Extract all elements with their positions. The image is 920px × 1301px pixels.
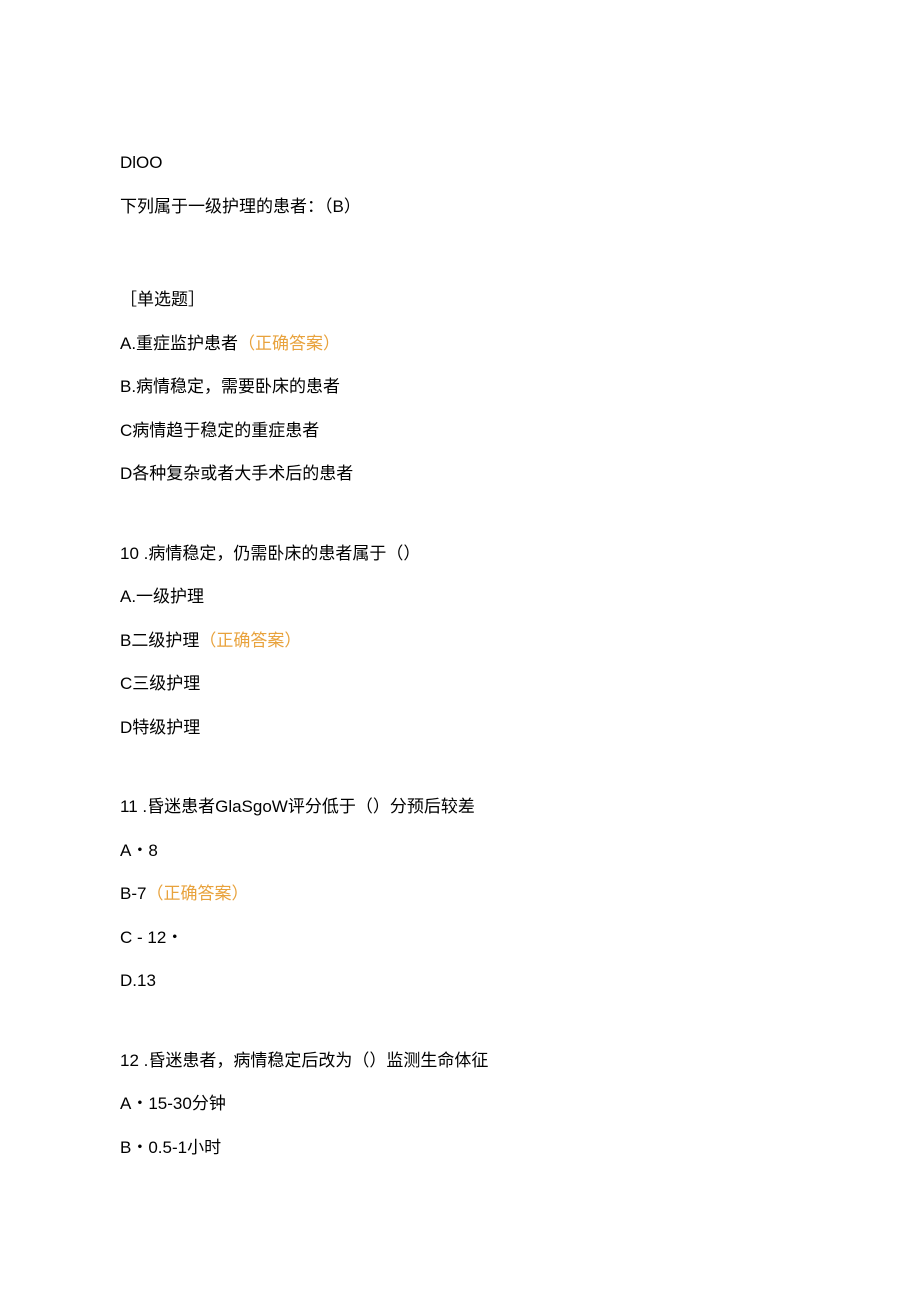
correct-answer-marker: （正确答案） bbox=[238, 334, 340, 353]
q11-stem: 11 .昏迷患者GlaSgoW评分低于（）分预后较差 bbox=[120, 794, 800, 820]
q10-option-b: B二级护理（正确答案） bbox=[120, 628, 800, 654]
q10-option-b-text: B二级护理 bbox=[120, 631, 199, 650]
q9-option-d: D各种复杂或者大手术后的患者 bbox=[120, 461, 800, 487]
q9-option-b: B.病情稳定，需要卧床的患者 bbox=[120, 374, 800, 400]
q11-option-b: B-7（正确答案） bbox=[120, 881, 800, 907]
q11-option-c: C - 12・ bbox=[120, 925, 800, 951]
header-text: DlOO bbox=[120, 150, 800, 176]
q9-option-a-text: A.重症监护患者 bbox=[120, 334, 238, 353]
q9-option-a: A.重症监护患者（正确答案） bbox=[120, 331, 800, 357]
q11-option-b-text: B-7 bbox=[120, 884, 146, 903]
q12-stem: 12 .昏迷患者，病情稳定后改为（）监测生命体征 bbox=[120, 1048, 800, 1074]
q9-option-c: C病情趋于稳定的重症患者 bbox=[120, 418, 800, 444]
q10-option-c: C三级护理 bbox=[120, 671, 800, 697]
q12-option-a: A・15-30分钟 bbox=[120, 1091, 800, 1117]
correct-answer-marker: （正确答案） bbox=[146, 884, 248, 903]
q10-stem: 10 .病情稳定，仍需卧床的患者属于（） bbox=[120, 541, 800, 567]
correct-answer-marker: （正确答案） bbox=[199, 631, 301, 650]
q12-option-b: B・0.5-1小时 bbox=[120, 1135, 800, 1161]
intro-line: 下列属于一级护理的患者：（B） bbox=[120, 194, 800, 220]
q10-option-d: D特级护理 bbox=[120, 715, 800, 741]
question-type-label: ［单选题］ bbox=[120, 287, 800, 313]
q10-option-a: A.一级护理 bbox=[120, 584, 800, 610]
q11-option-a: A・8 bbox=[120, 838, 800, 864]
q11-option-d: D.13 bbox=[120, 968, 800, 994]
